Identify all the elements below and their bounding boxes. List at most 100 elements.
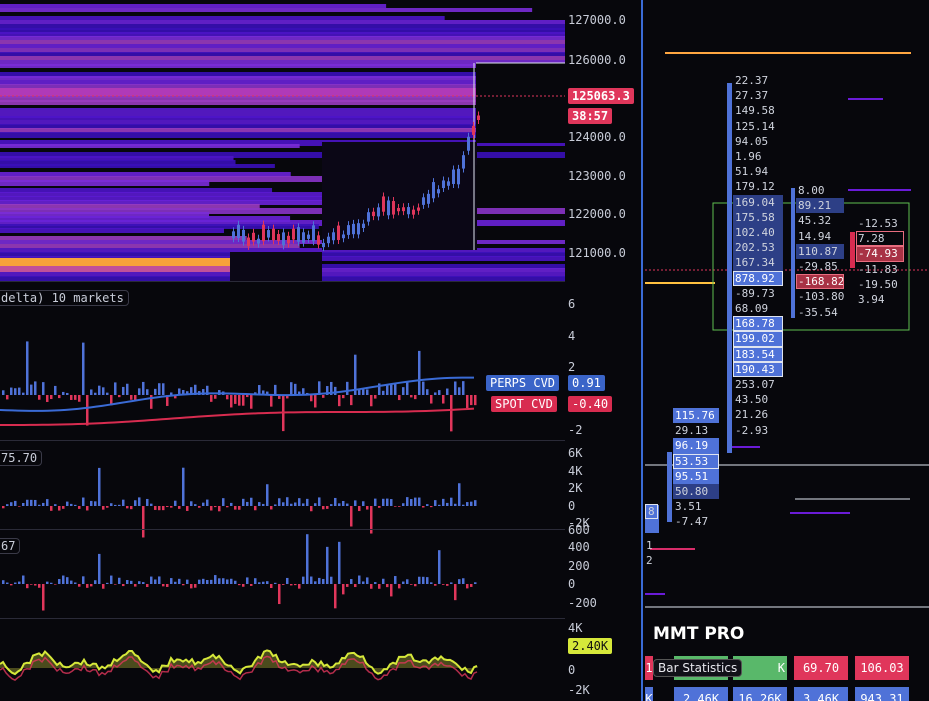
volume-bar (454, 503, 457, 506)
delta-bar (178, 578, 181, 584)
candle (297, 227, 300, 242)
volume-bar (62, 506, 65, 509)
cvd-bar (466, 395, 469, 408)
volume-bar (330, 504, 333, 506)
volume-bar (134, 500, 137, 506)
candle (337, 225, 340, 240)
fp-cell: 175.58 (733, 209, 783, 226)
cvd-bar (238, 395, 241, 406)
volume-bar (342, 501, 345, 506)
volume-pane (2, 467, 477, 538)
fp-cell: 7.28 (856, 231, 904, 247)
fp-cell: -7.47 (675, 515, 709, 529)
volume-bar (98, 467, 101, 506)
heatmap-band (0, 44, 565, 48)
delta-bar (258, 582, 261, 584)
volume-legend[interactable]: 75.70 (0, 450, 43, 466)
cvd-bar (46, 395, 49, 402)
price-tick: 126000.0 (568, 53, 626, 67)
cvd-bar (122, 386, 125, 395)
spot-cvd-label: SPOT CVD (491, 396, 557, 412)
volume-bar (50, 506, 53, 511)
pane-separator[interactable] (0, 529, 565, 530)
delta-bar (134, 584, 137, 587)
delta-bar (102, 584, 105, 589)
candle (352, 223, 355, 235)
candle (317, 235, 320, 245)
cvd-legend[interactable]: delta) 10 markets (0, 290, 129, 306)
fp-cell: 110.87 (796, 243, 845, 260)
heatmap-hot-band (0, 88, 476, 96)
footprint-chart[interactable]: 22.37 27.37 149.58 125.14 94.05 1.96 51.… (645, 0, 929, 701)
chart-area[interactable]: delta) 10 markets 75.70 67 PERPS CVD SPO… (0, 0, 565, 701)
volume-bar (34, 499, 37, 506)
volume-tick: 2K (568, 481, 583, 495)
volume-bar (466, 502, 469, 506)
delta-bar (202, 578, 205, 584)
delta-bar (158, 576, 161, 584)
osc-tick: -2K (568, 683, 590, 697)
cvd-bar (470, 395, 473, 406)
cvd-bar (410, 395, 413, 398)
delta-bar (142, 582, 145, 584)
pane-separator[interactable] (0, 281, 565, 282)
delta-bar (414, 584, 417, 587)
cvd-bar (26, 341, 29, 395)
heatmap-band (0, 56, 565, 60)
delta-bar (430, 582, 433, 584)
delta-bar (270, 584, 273, 589)
cvd-tick: 6 (568, 297, 576, 311)
heatmap-band (0, 244, 300, 248)
fp-cell: 3.94 (858, 293, 885, 307)
fp-cell: 94.05 (735, 134, 769, 148)
split-divider[interactable] (641, 0, 643, 701)
delta-bar (2, 580, 5, 584)
last-price-badge: 125063.3 (568, 88, 634, 104)
delta-bar (334, 584, 337, 609)
delta-bar (470, 584, 473, 587)
cvd-bar (294, 383, 297, 395)
delta-legend[interactable]: 67 (0, 538, 21, 554)
price-tick: 124000.0 (568, 130, 626, 144)
candle (377, 207, 380, 217)
cvd-bar (334, 386, 337, 395)
delta-bar (130, 580, 133, 584)
price-tick: 123000.0 (568, 169, 626, 183)
delta-bar (34, 584, 37, 586)
volume-bar (362, 501, 365, 506)
heatmap-band (0, 164, 275, 168)
volume-bar (30, 499, 33, 506)
volume-bar (334, 497, 337, 506)
volume-bar (378, 506, 381, 508)
volume-bar (210, 506, 213, 511)
delta-bar (22, 575, 25, 584)
candle (427, 193, 430, 204)
volume-tick: 6K (568, 446, 583, 460)
candle (232, 231, 235, 239)
cvd-tick: -2 (568, 423, 583, 437)
delta-bar (378, 584, 381, 589)
cvd-bar (126, 383, 129, 395)
cvd-bar (426, 389, 429, 395)
candle (357, 223, 360, 235)
volume-bar (86, 506, 89, 511)
delta-bar (438, 550, 441, 584)
cvd-bar (374, 395, 377, 399)
volume-bar (422, 506, 425, 508)
cvd-bar (6, 395, 9, 400)
delta-bar (206, 579, 209, 584)
cvd-bar (102, 387, 105, 395)
pane-separator[interactable] (0, 618, 565, 619)
volume-bar (354, 500, 357, 506)
delta-tick: -200 (568, 596, 597, 610)
volume-bar (170, 506, 173, 508)
delta-bar (98, 553, 101, 584)
volume-bar (414, 497, 417, 506)
osc-value-badge: 2.40K (568, 638, 613, 654)
delta-bar (446, 584, 449, 586)
fp-cell: 202.53 (733, 240, 783, 256)
volume-bar (118, 504, 121, 506)
volume-bar (58, 506, 61, 511)
pane-separator[interactable] (0, 440, 565, 441)
candle (372, 211, 375, 217)
